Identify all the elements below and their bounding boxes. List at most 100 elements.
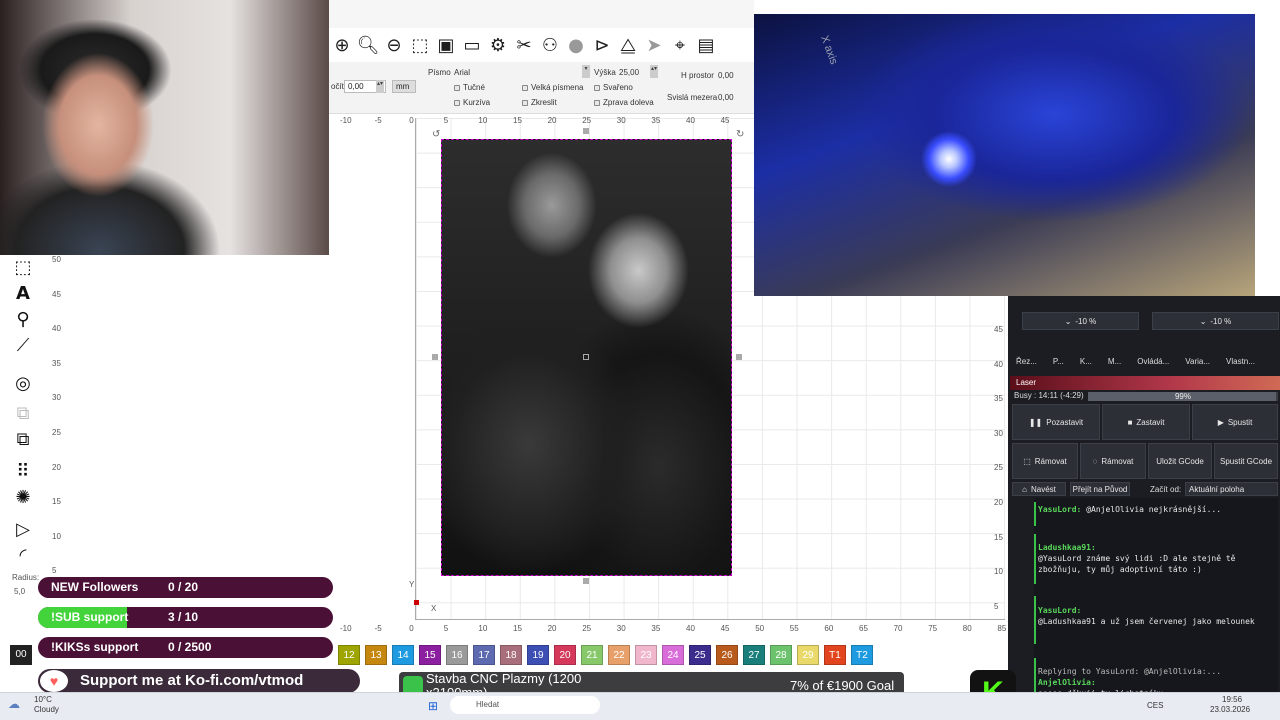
users-icon[interactable]: ⚇ xyxy=(539,34,561,56)
tools-icon[interactable]: ✂ xyxy=(513,34,535,56)
caps-checkbox[interactable]: Velká písmena xyxy=(522,83,583,92)
language-indicator[interactable]: CES xyxy=(1147,701,1163,710)
counter-spinner[interactable]: ▴▾ xyxy=(376,80,384,93)
text-tool-icon[interactable]: A xyxy=(12,283,34,305)
monitor-icon[interactable]: ▭ xyxy=(461,34,483,56)
tab-cuts[interactable]: Řez... xyxy=(1008,354,1045,370)
tab-variables[interactable]: Varia... xyxy=(1177,354,1218,370)
ruler-tick-label: 25 xyxy=(582,624,592,633)
welded-checkbox[interactable]: Svařeno xyxy=(594,83,633,92)
ruler-tool-icon[interactable]: ⟋ xyxy=(12,335,34,357)
offset-tool-icon[interactable]: ◎ xyxy=(12,373,34,395)
taskbar-search[interactable]: Hledat xyxy=(450,696,600,714)
layer-swatch[interactable]: 24 xyxy=(662,645,684,665)
clock-date[interactable]: 23.03.2026 xyxy=(1210,705,1250,714)
camera-icon[interactable]: ▣ xyxy=(435,34,457,56)
decrease-power-button[interactable]: ⌄ -10 % xyxy=(1152,312,1279,330)
layer-swatch[interactable]: 26 xyxy=(716,645,738,665)
circle-frame-icon: ◌ xyxy=(1092,456,1098,466)
zoom-in-icon[interactable]: 🔍︎ xyxy=(357,34,380,56)
layer-swatch[interactable]: 29 xyxy=(797,645,819,665)
layer-swatch[interactable]: 28 xyxy=(770,645,792,665)
layer-swatch[interactable]: 12 xyxy=(338,645,360,665)
run-gcode-button[interactable]: Spustit GCode xyxy=(1214,443,1278,479)
layer-swatch[interactable]: 27 xyxy=(743,645,765,665)
rotate-handle-tr[interactable]: ↻ xyxy=(736,129,744,140)
layer-swatch[interactable]: 14 xyxy=(392,645,414,665)
tab-m[interactable]: M... xyxy=(1100,354,1129,370)
tab-controls[interactable]: Ovládá... xyxy=(1129,354,1177,370)
layer-swatch[interactable]: 25 xyxy=(689,645,711,665)
select-icon[interactable]: ⬚ xyxy=(409,34,431,56)
bold-checkbox[interactable]: Tučné xyxy=(454,83,485,92)
layer-swatch[interactable]: 18 xyxy=(500,645,522,665)
resize-handle-left[interactable] xyxy=(432,354,438,360)
resize-handle-bottom[interactable] xyxy=(583,578,589,584)
zoom-fit-icon[interactable]: ⊕ xyxy=(331,34,353,56)
gear-icon[interactable]: ⚙ xyxy=(487,34,509,56)
tab-k[interactable]: K... xyxy=(1072,354,1100,370)
chat-reply-context: Replying to YasuLord: @AnjelOlivia:... xyxy=(1038,667,1222,676)
font-value[interactable]: Arial xyxy=(454,68,470,77)
copy-tool-icon[interactable]: ⧉ xyxy=(12,403,34,425)
array-tool-icon[interactable]: ⠿ xyxy=(12,461,34,483)
layer-swatch[interactable]: 23 xyxy=(635,645,657,665)
layer-swatch[interactable]: T2 xyxy=(851,645,873,665)
unit-button[interactable]: mm xyxy=(392,80,416,93)
boolean-tool-icon[interactable]: ⧉ xyxy=(12,429,34,451)
layer-swatch[interactable]: T1 xyxy=(824,645,846,665)
layer-swatch[interactable]: 19 xyxy=(527,645,549,665)
pause-button[interactable]: ❚❚ Pozastavit xyxy=(1012,404,1100,440)
start-from-dropdown[interactable]: Aktuální poloha xyxy=(1185,482,1278,496)
layer-swatch[interactable]: 21 xyxy=(581,645,603,665)
pin-tool-icon[interactable]: ⚲ xyxy=(12,309,34,331)
radius-value[interactable]: 5,0 xyxy=(14,587,25,596)
rotate-handle-tl[interactable]: ↺ xyxy=(432,129,440,140)
hspace-value[interactable]: 0,00 xyxy=(718,71,734,80)
frame-button[interactable]: ⬚ Rámovat xyxy=(1012,443,1078,479)
tab-p[interactable]: P... xyxy=(1045,354,1072,370)
layer-swatch[interactable]: 20 xyxy=(554,645,576,665)
rtl-checkbox[interactable]: Zprava doleva xyxy=(594,98,654,107)
clock-time[interactable]: 19:56 xyxy=(1222,695,1242,704)
font-dropdown[interactable]: ▾ xyxy=(582,65,590,78)
height-value[interactable]: 25,00 xyxy=(619,68,639,77)
resize-handle-top[interactable] xyxy=(583,128,589,134)
layer-swatch[interactable]: 15 xyxy=(419,645,441,665)
corner-radius-icon[interactable]: ◜ xyxy=(12,545,34,567)
user-icon[interactable]: ● xyxy=(565,34,587,56)
save-gcode-button[interactable]: Uložit GCode xyxy=(1148,443,1212,479)
vspace-value[interactable]: 0,00 xyxy=(718,93,734,102)
layer-swatch[interactable]: 22 xyxy=(608,645,630,665)
circular-array-icon[interactable]: ✺ xyxy=(12,487,34,509)
circle-frame-button[interactable]: ◌ Rámovat xyxy=(1080,443,1146,479)
decrease-speed-button[interactable]: ⌄ -10 % xyxy=(1022,312,1139,330)
tab-properties[interactable]: Vlastn... xyxy=(1218,354,1263,370)
layer-swatch[interactable]: 17 xyxy=(473,645,495,665)
mirror-icon[interactable]: ⧋ xyxy=(617,34,639,56)
chat-username: YasuLord: xyxy=(1038,505,1082,514)
italic-checkbox[interactable]: Kurzíva xyxy=(454,98,490,107)
align-icon[interactable]: ⊳ xyxy=(591,34,613,56)
send-icon[interactable]: ➤ xyxy=(643,34,665,56)
target-icon[interactable]: ⌖ xyxy=(669,34,691,56)
home-button[interactable]: ⌂ Navést xyxy=(1012,482,1066,496)
stop-button[interactable]: ■ Zastavit xyxy=(1102,404,1190,440)
resize-handle-right[interactable] xyxy=(736,354,742,360)
ruler-tick-label: 5 xyxy=(994,601,999,611)
grid-icon[interactable]: ▤ xyxy=(695,34,717,56)
rectangle-tool-icon[interactable]: ⬚ xyxy=(12,257,34,279)
layer-swatch[interactable]: 13 xyxy=(365,645,387,665)
zoom-out-icon[interactable]: ⊖ xyxy=(383,34,405,56)
layer-swatch[interactable]: 00 xyxy=(10,645,32,665)
start-button[interactable]: ▶ Spustit xyxy=(1192,404,1278,440)
node-edit-icon[interactable]: ▷ xyxy=(12,519,34,541)
layer-swatch[interactable]: 16 xyxy=(446,645,468,665)
radius-label: Radius: xyxy=(12,573,40,582)
windows-start-icon[interactable]: ⊞ xyxy=(428,699,438,713)
outline-checkbox[interactable]: Zkreslit xyxy=(522,98,557,107)
go-origin-button[interactable]: Přejít na Původ xyxy=(1070,482,1130,496)
ruler-tick-label: 5 xyxy=(443,116,449,125)
center-handle[interactable] xyxy=(583,354,589,360)
height-spinner[interactable]: ▴▾ xyxy=(650,65,658,78)
